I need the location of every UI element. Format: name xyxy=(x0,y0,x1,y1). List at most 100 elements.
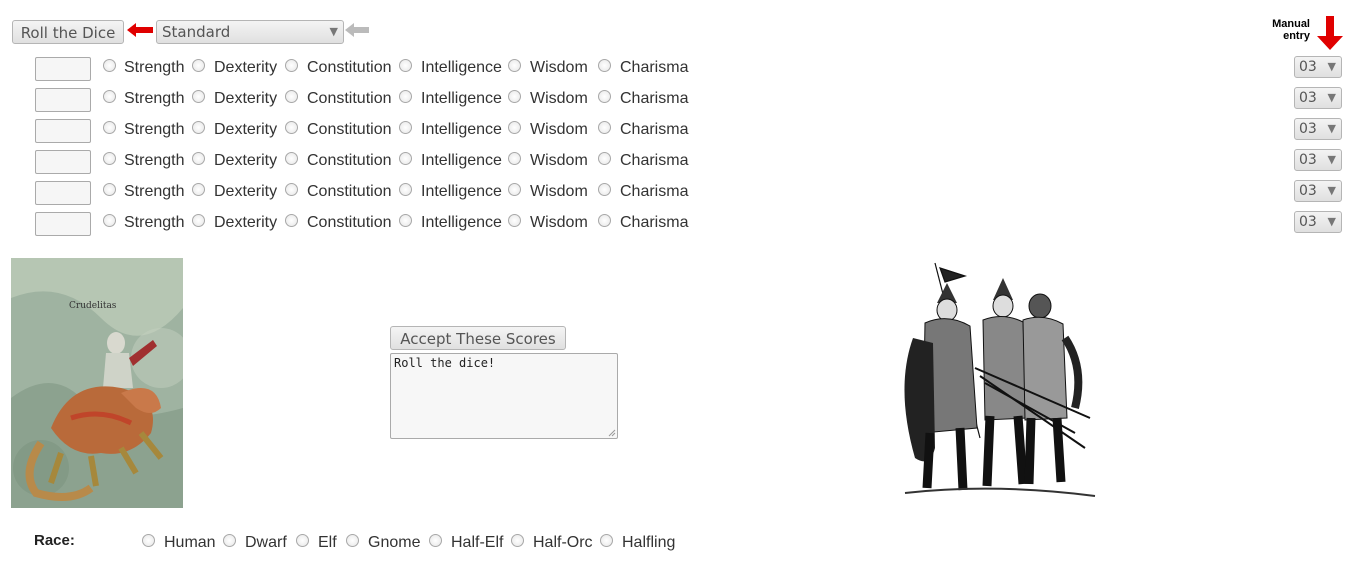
score-input[interactable] xyxy=(35,119,91,143)
race-radio-gnome[interactable] xyxy=(346,534,359,547)
ability-label-strength[interactable]: Strength xyxy=(124,151,184,171)
radio-dexterity[interactable] xyxy=(192,183,205,196)
radio-constitution[interactable] xyxy=(285,59,298,72)
radio-wisdom[interactable] xyxy=(508,152,521,165)
score-input[interactable] xyxy=(35,88,91,112)
manual-score-select[interactable]: 03 ▼ xyxy=(1294,87,1342,109)
radio-constitution[interactable] xyxy=(285,121,298,134)
ability-label-charisma[interactable]: Charisma xyxy=(620,120,688,140)
roll-method-select[interactable]: Standard ▼ xyxy=(156,20,344,44)
ability-label-intelligence[interactable]: Intelligence xyxy=(421,213,502,233)
radio-strength[interactable] xyxy=(103,152,116,165)
ability-label-dexterity[interactable]: Dexterity xyxy=(214,120,277,140)
radio-intelligence[interactable] xyxy=(399,90,412,103)
score-input[interactable] xyxy=(35,150,91,174)
radio-dexterity[interactable] xyxy=(192,214,205,227)
radio-intelligence[interactable] xyxy=(399,183,412,196)
race-radio-dwarf[interactable] xyxy=(223,534,236,547)
radio-charisma[interactable] xyxy=(598,152,611,165)
race-radio-half-orc[interactable] xyxy=(511,534,524,547)
ability-label-charisma[interactable]: Charisma xyxy=(620,182,688,202)
ability-label-charisma[interactable]: Charisma xyxy=(620,89,688,109)
radio-charisma[interactable] xyxy=(598,90,611,103)
ability-label-constitution[interactable]: Constitution xyxy=(307,120,392,140)
radio-strength[interactable] xyxy=(103,214,116,227)
race-label-dwarf[interactable]: Dwarf xyxy=(245,533,287,553)
radio-dexterity[interactable] xyxy=(192,90,205,103)
ability-label-dexterity[interactable]: Dexterity xyxy=(214,213,277,233)
radio-intelligence[interactable] xyxy=(399,214,412,227)
manual-score-select[interactable]: 03 ▼ xyxy=(1294,56,1342,78)
ability-label-dexterity[interactable]: Dexterity xyxy=(214,58,277,78)
manual-score-select[interactable]: 03 ▼ xyxy=(1294,180,1342,202)
ability-label-wisdom[interactable]: Wisdom xyxy=(530,120,588,140)
radio-dexterity[interactable] xyxy=(192,152,205,165)
roll-dice-button[interactable]: Roll the Dice xyxy=(12,20,124,44)
score-input[interactable] xyxy=(35,57,91,81)
manual-score-select[interactable]: 03 ▼ xyxy=(1294,149,1342,171)
ability-label-dexterity[interactable]: Dexterity xyxy=(214,89,277,109)
race-radio-halfling[interactable] xyxy=(600,534,613,547)
radio-charisma[interactable] xyxy=(598,121,611,134)
score-input[interactable] xyxy=(35,212,91,236)
ability-label-strength[interactable]: Strength xyxy=(124,58,184,78)
race-radio-half-elf[interactable] xyxy=(429,534,442,547)
ability-label-wisdom[interactable]: Wisdom xyxy=(530,151,588,171)
ability-label-strength[interactable]: Strength xyxy=(124,89,184,109)
ability-label-intelligence[interactable]: Intelligence xyxy=(421,182,502,202)
ability-label-intelligence[interactable]: Intelligence xyxy=(421,120,502,140)
radio-strength[interactable] xyxy=(103,90,116,103)
ability-label-dexterity[interactable]: Dexterity xyxy=(214,151,277,171)
ability-label-strength[interactable]: Strength xyxy=(124,213,184,233)
radio-wisdom[interactable] xyxy=(508,121,521,134)
radio-constitution[interactable] xyxy=(285,183,298,196)
race-label-human[interactable]: Human xyxy=(164,533,216,553)
radio-strength[interactable] xyxy=(103,183,116,196)
ability-label-constitution[interactable]: Constitution xyxy=(307,151,392,171)
radio-intelligence[interactable] xyxy=(399,121,412,134)
ability-label-wisdom[interactable]: Wisdom xyxy=(530,213,588,233)
result-textarea[interactable]: Roll the dice! xyxy=(390,353,618,439)
ability-label-intelligence[interactable]: Intelligence xyxy=(421,58,502,78)
radio-wisdom[interactable] xyxy=(508,90,521,103)
radio-dexterity[interactable] xyxy=(192,121,205,134)
radio-constitution[interactable] xyxy=(285,214,298,227)
radio-constitution[interactable] xyxy=(285,90,298,103)
manual-score-select[interactable]: 03 ▼ xyxy=(1294,211,1342,233)
radio-charisma[interactable] xyxy=(598,183,611,196)
race-label-half-elf[interactable]: Half-Elf xyxy=(451,533,503,553)
ability-label-strength[interactable]: Strength xyxy=(124,182,184,202)
ability-label-intelligence[interactable]: Intelligence xyxy=(421,151,502,171)
ability-label-strength[interactable]: Strength xyxy=(124,120,184,140)
radio-charisma[interactable] xyxy=(598,59,611,72)
radio-wisdom[interactable] xyxy=(508,59,521,72)
ability-label-constitution[interactable]: Constitution xyxy=(307,182,392,202)
radio-intelligence[interactable] xyxy=(399,152,412,165)
radio-charisma[interactable] xyxy=(598,214,611,227)
radio-wisdom[interactable] xyxy=(508,214,521,227)
radio-strength[interactable] xyxy=(103,59,116,72)
resize-grip-icon[interactable] xyxy=(607,428,616,437)
race-label-elf[interactable]: Elf xyxy=(318,533,337,553)
ability-label-wisdom[interactable]: Wisdom xyxy=(530,89,588,109)
radio-constitution[interactable] xyxy=(285,152,298,165)
race-radio-human[interactable] xyxy=(142,534,155,547)
manual-score-select[interactable]: 03 ▼ xyxy=(1294,118,1342,140)
radio-intelligence[interactable] xyxy=(399,59,412,72)
radio-strength[interactable] xyxy=(103,121,116,134)
ability-label-dexterity[interactable]: Dexterity xyxy=(214,182,277,202)
ability-label-charisma[interactable]: Charisma xyxy=(620,58,688,78)
ability-label-intelligence[interactable]: Intelligence xyxy=(421,89,502,109)
race-label-halfling[interactable]: Halfling xyxy=(622,533,675,553)
ability-label-constitution[interactable]: Constitution xyxy=(307,213,392,233)
score-input[interactable] xyxy=(35,181,91,205)
ability-label-constitution[interactable]: Constitution xyxy=(307,58,392,78)
ability-label-charisma[interactable]: Charisma xyxy=(620,213,688,233)
accept-scores-button[interactable]: Accept These Scores xyxy=(390,326,566,350)
race-radio-elf[interactable] xyxy=(296,534,309,547)
ability-label-constitution[interactable]: Constitution xyxy=(307,89,392,109)
race-label-half-orc[interactable]: Half-Orc xyxy=(533,533,593,553)
race-label-gnome[interactable]: Gnome xyxy=(368,533,420,553)
ability-label-wisdom[interactable]: Wisdom xyxy=(530,58,588,78)
radio-dexterity[interactable] xyxy=(192,59,205,72)
